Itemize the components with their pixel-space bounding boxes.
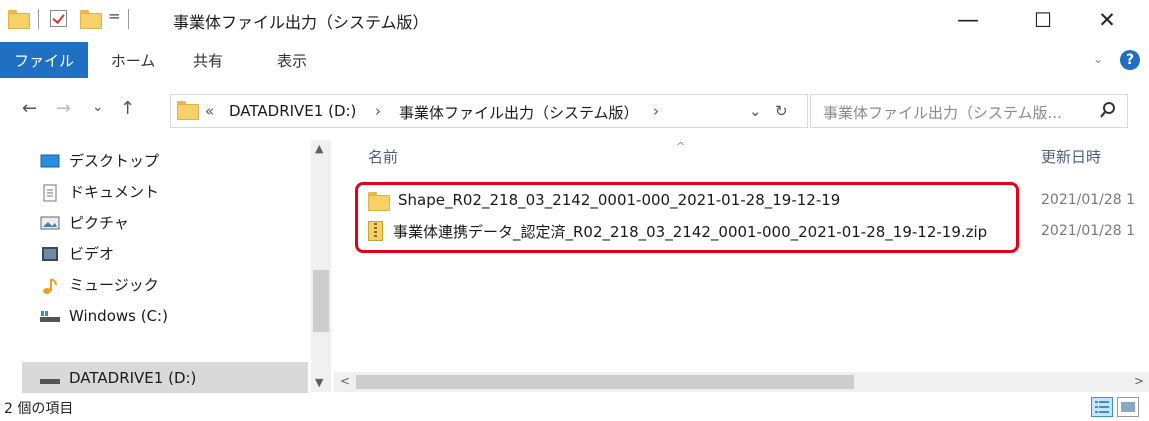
nav-item-label: ビデオ	[69, 245, 115, 263]
drive-icon	[40, 308, 60, 324]
breadcrumb-separator[interactable]: ›	[375, 102, 381, 120]
file-modified: 2021/01/28 1	[1041, 192, 1136, 208]
divider	[128, 9, 129, 29]
navigation-pane: デスクトップ ドキュメント ピクチャ ビデオ ミュージック Windows (C…	[0, 140, 334, 393]
scroll-down-icon[interactable]: ▼	[315, 376, 323, 389]
nav-item-label: ピクチャ	[69, 214, 129, 232]
help-icon[interactable]: ?	[1120, 50, 1140, 70]
search-placeholder: 事業体ファイル出力（システム版...	[823, 104, 1062, 122]
details-view-icon[interactable]	[1091, 397, 1113, 417]
tab-home[interactable]: ホーム	[100, 42, 166, 78]
ribbon: ファイル ホーム 共有 表示 ⌄ ?	[0, 42, 1149, 82]
ribbon-expand-chevron-icon[interactable]: ⌄	[1093, 52, 1103, 66]
scrollbar-thumb[interactable]	[356, 375, 854, 389]
nav-item-desktop[interactable]: デスクトップ	[40, 145, 306, 176]
breadcrumb-folder[interactable]: 事業体ファイル出力（システム版）	[399, 102, 639, 123]
search-input[interactable]: 事業体ファイル出力（システム版...	[810, 94, 1128, 128]
nav-item-label: デスクトップ	[69, 152, 160, 170]
column-header-name[interactable]: 名前	[368, 146, 398, 167]
address-overflow[interactable]: «	[205, 102, 214, 120]
video-icon	[40, 246, 60, 262]
item-count: 2 個の項目	[4, 401, 74, 417]
folder-icon	[8, 10, 30, 29]
file-list: ^ 名前 更新日時 Shape_R02_218_03_2142_0001-000…	[334, 140, 1149, 392]
nav-item-label: ドキュメント	[69, 183, 160, 201]
nav-item-datadrive[interactable]: DATADRIVE1 (D:)	[22, 362, 308, 393]
highlight-box	[355, 182, 1019, 253]
back-button[interactable]: ←	[22, 98, 37, 119]
tab-share[interactable]: 共有	[178, 42, 238, 78]
scroll-up-icon[interactable]: ▲	[315, 142, 323, 155]
desktop-icon	[40, 153, 60, 169]
document-icon	[40, 184, 60, 201]
recent-locations-chevron-icon[interactable]: ⌄	[92, 99, 104, 115]
address-dropdown-icon[interactable]: ⌄	[749, 102, 762, 120]
status-bar: 2 個の項目	[0, 394, 1149, 421]
folder-icon	[177, 101, 199, 122]
pictures-icon	[40, 215, 60, 231]
address-row: ← → ⌄ ↑ « DATADRIVE1 (D:) › 事業体ファイル出力（シス…	[0, 86, 1149, 136]
nav-item-label: ミュージック	[69, 276, 159, 294]
breadcrumb-separator[interactable]: ›	[653, 102, 659, 120]
properties-check-icon[interactable]	[50, 10, 67, 27]
large-icons-view-icon[interactable]	[1117, 397, 1139, 417]
divider	[38, 9, 39, 29]
title-bar: = 事業体ファイル出力（システム版） — ☐ ✕	[0, 0, 1149, 42]
tab-view[interactable]: 表示	[262, 42, 322, 78]
nav-item-videos[interactable]: ビデオ	[40, 238, 306, 269]
sort-ascending-icon: ^	[676, 140, 686, 153]
music-icon	[40, 277, 60, 294]
nav-item-music[interactable]: ミュージック	[40, 269, 306, 300]
maximize-button[interactable]: ☐	[1014, 0, 1072, 40]
column-header-modified[interactable]: 更新日時	[1041, 146, 1101, 167]
window-title: 事業体ファイル出力（システム版）	[173, 13, 429, 32]
scroll-right-icon[interactable]: >	[1134, 374, 1144, 388]
scroll-left-icon[interactable]: <	[340, 374, 350, 388]
nav-vertical-scrollbar[interactable]: ▲ ▼	[311, 140, 331, 392]
up-button[interactable]: ↑	[120, 98, 135, 119]
refresh-icon[interactable]: ↻	[775, 102, 788, 120]
quick-access-dropdown[interactable]: =	[108, 7, 121, 25]
scrollbar-thumb[interactable]	[313, 270, 329, 332]
search-icon[interactable]	[1099, 101, 1117, 119]
address-bar[interactable]: « DATADRIVE1 (D:) › 事業体ファイル出力（システム版） › ⌄…	[170, 94, 808, 128]
new-folder-icon[interactable]	[80, 10, 102, 29]
file-modified: 2021/01/28 1	[1041, 223, 1136, 239]
minimize-button[interactable]: —	[939, 0, 997, 40]
nav-item-documents[interactable]: ドキュメント	[40, 176, 306, 207]
breadcrumb-drive[interactable]: DATADRIVE1 (D:)	[229, 102, 356, 120]
forward-button[interactable]: →	[56, 98, 71, 119]
file-horizontal-scrollbar[interactable]: < >	[334, 372, 1149, 392]
close-button[interactable]: ✕	[1078, 0, 1136, 40]
tab-file[interactable]: ファイル	[0, 42, 88, 78]
nav-item-label: DATADRIVE1 (D:)	[69, 368, 197, 387]
nav-item-pictures[interactable]: ピクチャ	[40, 207, 306, 238]
nav-item-windows-drive[interactable]: Windows (C:)	[40, 300, 306, 331]
nav-item-label: Windows (C:)	[69, 306, 168, 325]
drive-icon	[40, 370, 60, 386]
